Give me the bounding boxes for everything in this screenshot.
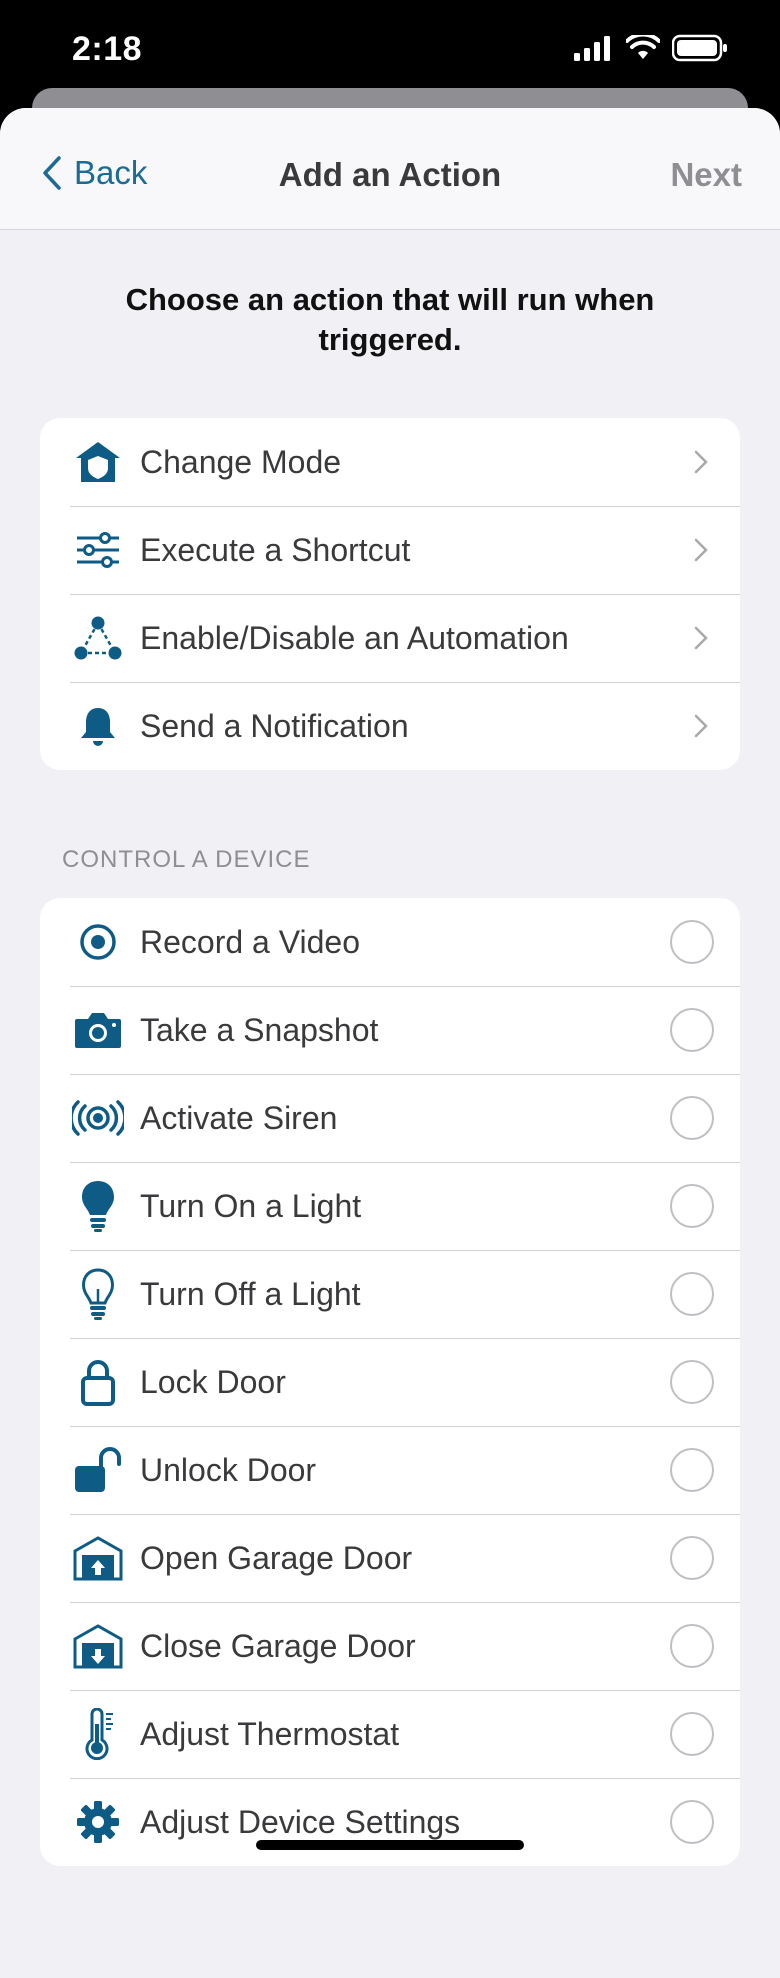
device-adjust-settings[interactable]: Adjust Device Settings: [40, 1778, 740, 1866]
device-actions-list: Record a Video Take a Snapshot Activate …: [40, 898, 740, 1866]
device-label: Turn On a Light: [140, 1187, 362, 1224]
device-label: Take a Snapshot: [140, 1011, 379, 1048]
action-label: Change Mode: [140, 443, 342, 480]
device-label: Activate Siren: [140, 1099, 338, 1136]
action-change-mode[interactable]: Change Mode: [40, 418, 740, 506]
radio-button[interactable]: [670, 1448, 714, 1492]
gear-icon: [70, 1794, 126, 1850]
device-label: Record a Video: [140, 923, 360, 960]
device-lock-door[interactable]: Lock Door: [40, 1338, 740, 1426]
battery-icon: [672, 34, 727, 62]
chevron-right-icon: [694, 538, 708, 562]
instruction-text: Choose an action that will run when trig…: [125, 282, 655, 357]
device-turn-on-light[interactable]: Turn On a Light: [40, 1162, 740, 1250]
action-execute-shortcut[interactable]: Execute a Shortcut: [40, 506, 740, 594]
bell-icon: [70, 698, 126, 754]
sliders-icon: [70, 522, 126, 578]
radio-button[interactable]: [670, 1272, 714, 1316]
camera-icon: [70, 1002, 126, 1058]
record-icon: [70, 914, 126, 970]
radio-button[interactable]: [670, 1536, 714, 1580]
radio-button[interactable]: [670, 1096, 714, 1140]
device-label: Adjust Device Settings: [140, 1803, 461, 1840]
device-adjust-thermostat[interactable]: Adjust Thermostat: [40, 1690, 740, 1778]
section-header-control-device: CONTROL A DEVICE: [62, 846, 311, 873]
radio-button[interactable]: [670, 1624, 714, 1668]
device-record-video[interactable]: Record a Video: [40, 898, 740, 986]
wifi-icon: [626, 35, 660, 59]
bulb-filled-icon: [70, 1178, 126, 1234]
garage-close-icon: [70, 1618, 126, 1674]
bulb-outline-icon: [70, 1266, 126, 1322]
device-label: Turn Off a Light: [140, 1275, 361, 1312]
chevron-right-icon: [694, 626, 708, 650]
siren-icon: [70, 1090, 126, 1146]
status-icons: [574, 34, 728, 62]
lock-icon: [70, 1354, 126, 1410]
page-title: Add an Action: [278, 156, 502, 193]
radio-button[interactable]: [670, 1360, 714, 1404]
radio-button[interactable]: [670, 1184, 714, 1228]
action-send-notification[interactable]: Send a Notification: [40, 682, 740, 770]
chevron-right-icon: [694, 450, 708, 474]
action-enable-disable-automation[interactable]: Enable/Disable an Automation: [40, 594, 740, 682]
cellular-signal-icon: [574, 36, 610, 61]
radio-button[interactable]: [670, 1008, 714, 1052]
device-label: Lock Door: [140, 1363, 286, 1400]
device-open-garage-door[interactable]: Open Garage Door: [40, 1514, 740, 1602]
add-action-sheet: Back Add an Action Next Choose an action…: [0, 108, 780, 1978]
action-label: Execute a Shortcut: [140, 531, 411, 568]
unlock-icon: [70, 1442, 126, 1498]
device-activate-siren[interactable]: Activate Siren: [40, 1074, 740, 1162]
device-label: Open Garage Door: [140, 1539, 413, 1576]
device-turn-off-light[interactable]: Turn Off a Light: [40, 1250, 740, 1338]
device-label: Close Garage Door: [140, 1627, 416, 1664]
home-shield-icon: [70, 434, 126, 490]
status-bar: 2:18: [0, 0, 780, 100]
device-close-garage-door[interactable]: Close Garage Door: [40, 1602, 740, 1690]
radio-button[interactable]: [670, 1800, 714, 1844]
garage-open-icon: [70, 1530, 126, 1586]
chevron-right-icon: [694, 714, 708, 738]
automation-nodes-icon: [70, 610, 126, 666]
device-unlock-door[interactable]: Unlock Door: [40, 1426, 740, 1514]
device-label: Adjust Thermostat: [140, 1715, 400, 1752]
thermometer-icon: [70, 1706, 126, 1762]
device-label: Unlock Door: [140, 1451, 317, 1488]
radio-button[interactable]: [670, 920, 714, 964]
action-label: Send a Notification: [140, 707, 409, 744]
radio-button[interactable]: [670, 1712, 714, 1756]
device-take-snapshot[interactable]: Take a Snapshot: [40, 986, 740, 1074]
navigation-bar: Back Add an Action Next: [0, 108, 780, 230]
next-button[interactable]: Next: [670, 156, 742, 194]
home-indicator[interactable]: [256, 1840, 524, 1850]
action-label: Enable/Disable an Automation: [140, 619, 569, 656]
actions-list: Change Mode Execute a Shortcut Enable/Di…: [40, 418, 740, 770]
status-time: 2:18: [72, 30, 143, 68]
